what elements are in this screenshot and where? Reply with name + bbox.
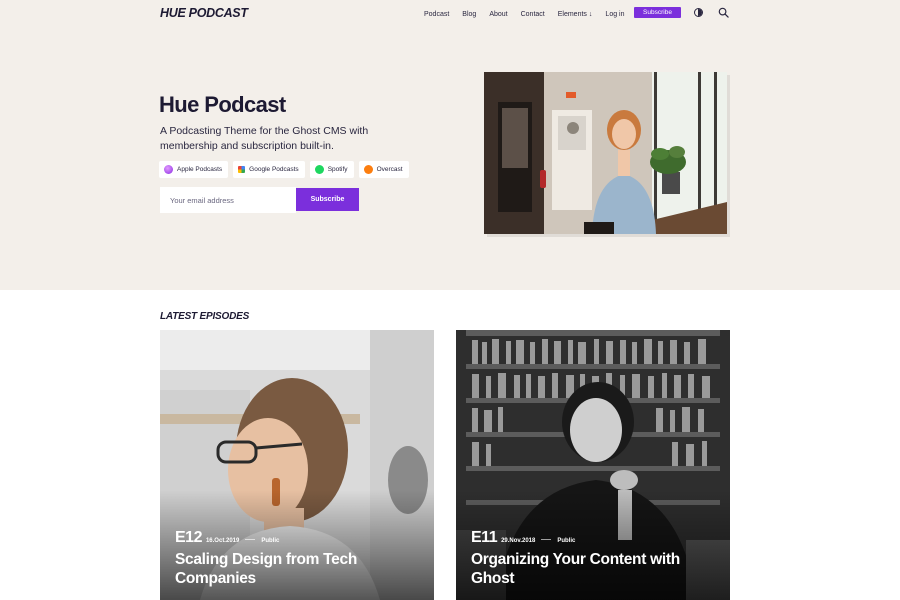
platform-label: Apple Podcasts [177, 166, 223, 173]
site-logo[interactable]: HUE PODCAST [160, 6, 248, 20]
nav-item-elements[interactable]: Elements ↓ [558, 11, 593, 18]
contrast-icon[interactable] [694, 8, 703, 17]
platform-label: Overcast [376, 166, 403, 173]
section-title: LATEST EPISODES [160, 311, 250, 322]
overcast-icon [363, 165, 373, 174]
platform-spotify[interactable]: Spotify [309, 161, 354, 178]
nav-item-elements-label: Elements [557, 10, 587, 18]
episode-title[interactable]: Organizing Your Content with Ghost [471, 550, 721, 588]
platform-label: Google Podcasts [249, 166, 299, 173]
episode-date: 29.Nov.2018 [501, 538, 536, 544]
hero-title: Hue Podcast [159, 92, 286, 117]
platform-label: Spotify [327, 166, 348, 173]
episode-title[interactable]: Scaling Design from Tech Companies [175, 550, 425, 588]
platform-links: Apple Podcasts Google Podcasts Spotify O… [159, 161, 414, 178]
search-icon[interactable] [718, 7, 729, 18]
meta-divider [541, 539, 552, 540]
episode-visibility: Public [557, 538, 576, 544]
nav-item-about[interactable]: About [489, 11, 507, 18]
episode-meta: E11 29.Nov.2018 Public [471, 529, 575, 547]
episode-card[interactable]: E12 16.Oct.2019 Public Scaling Design fr… [160, 330, 434, 600]
episode-date: 16.Oct.2019 [205, 538, 240, 544]
platform-google-podcasts[interactable]: Google Podcasts [233, 161, 305, 178]
hero-image [484, 72, 727, 234]
apple-podcasts-icon [164, 165, 173, 174]
subscribe-button[interactable]: Subscribe [296, 188, 359, 211]
episode-meta: E12 16.Oct.2019 Public [175, 529, 279, 547]
hero-subtitle: A Podcasting Theme for the Ghost CMS wit… [160, 125, 369, 152]
spotify-icon [314, 165, 324, 174]
google-podcasts-icon [238, 166, 246, 173]
episode-number: E11 [471, 529, 498, 546]
platform-apple-podcasts[interactable]: Apple Podcasts [159, 161, 229, 178]
hero-section [0, 0, 900, 290]
episode-visibility: Public [261, 538, 280, 544]
nav-item-contact[interactable]: Contact [521, 11, 545, 18]
main-nav: Podcast Blog About Contact Elements ↓ Log… [424, 8, 638, 20]
nav-item-login[interactable]: Log in [605, 11, 624, 18]
chevron-down-icon: ↓ [588, 10, 593, 18]
nav-item-blog[interactable]: Blog [462, 11, 476, 18]
email-field[interactable] [160, 187, 296, 213]
episode-number: E12 [175, 529, 202, 546]
episode-card[interactable]: E11 29.Nov.2018 Public Organizing Your C… [456, 330, 730, 600]
nav-item-podcast[interactable]: Podcast [424, 11, 449, 18]
meta-divider [245, 539, 256, 540]
platform-overcast[interactable]: Overcast [358, 161, 409, 178]
nav-subscribe-button[interactable]: Subscribe [634, 7, 681, 18]
